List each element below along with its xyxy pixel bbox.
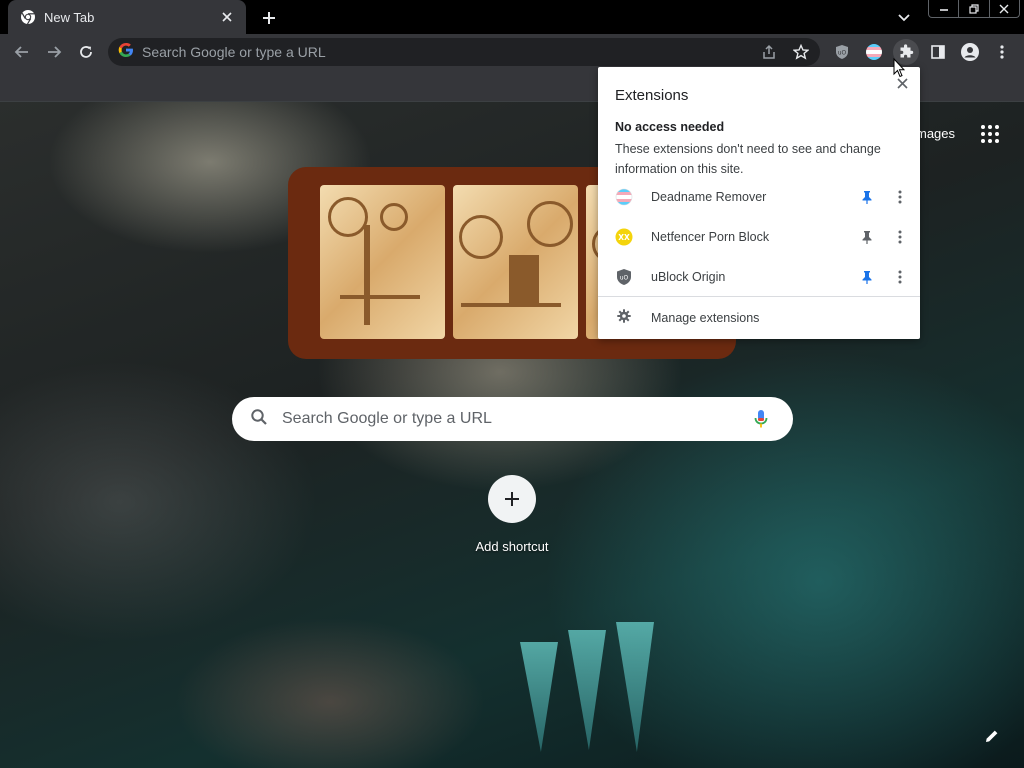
back-arrow-icon[interactable]: [9, 39, 35, 65]
more-options-icon[interactable]: [892, 266, 908, 288]
window-controls: [928, 0, 1020, 18]
bookmark-star-icon[interactable]: [788, 39, 814, 65]
microphone-icon[interactable]: [749, 407, 773, 431]
minimize-icon[interactable]: [929, 0, 958, 17]
svg-text:uO: uO: [838, 50, 847, 57]
doodle-panel: [453, 185, 578, 339]
trans-flag-toolbar-icon[interactable]: [861, 39, 887, 65]
svg-text:uO: uO: [620, 275, 629, 282]
extension-name: Netfencer Porn Block: [651, 230, 770, 244]
manage-extensions-label: Manage extensions: [651, 311, 760, 325]
new-tab-button[interactable]: [258, 7, 280, 29]
extension-item-ublock-origin[interactable]: uO uBlock Origin: [598, 257, 920, 297]
chrome-icon: [20, 9, 36, 25]
extension-item-netfencer[interactable]: XX Netfencer Porn Block: [598, 217, 920, 257]
forward-arrow-icon[interactable]: [41, 39, 67, 65]
kebab-menu-icon[interactable]: [989, 39, 1015, 65]
extensions-menu: Extensions No access needed These extens…: [598, 67, 920, 339]
search-placeholder: Search Google or type a URL: [282, 410, 492, 427]
ublock-shield-icon: uO: [615, 268, 633, 286]
tab-new-tab[interactable]: New Tab: [8, 0, 246, 34]
search-icon: [250, 408, 268, 431]
background-image-detail: [616, 622, 654, 752]
tab-strip: New Tab: [0, 0, 1024, 34]
more-options-icon[interactable]: [892, 186, 908, 208]
ublock-toolbar-icon[interactable]: uO: [829, 39, 855, 65]
address-bar[interactable]: Search Google or type a URL: [108, 38, 820, 66]
customize-pencil-icon[interactable]: [980, 724, 1004, 748]
profile-avatar-icon[interactable]: [957, 39, 983, 65]
images-link[interactable]: mages: [916, 126, 955, 141]
tab-search-icon[interactable]: [894, 8, 914, 28]
extension-item-deadname-remover[interactable]: Deadname Remover: [598, 177, 920, 217]
pin-icon[interactable]: [856, 266, 878, 288]
pin-icon[interactable]: [856, 226, 878, 248]
window-close-icon[interactable]: [988, 0, 1019, 17]
svg-text:XX: XX: [618, 233, 630, 242]
google-apps-icon[interactable]: [978, 122, 1002, 146]
section-description: These extensions don't need to see and c…: [615, 142, 881, 176]
background-image-detail: [568, 630, 606, 750]
plus-icon: [488, 475, 536, 523]
extension-name: uBlock Origin: [651, 270, 726, 284]
add-shortcut-button[interactable]: Add shortcut: [466, 475, 558, 554]
share-icon[interactable]: [756, 39, 782, 65]
shortcut-label: Add shortcut: [475, 539, 549, 554]
mouse-cursor-icon: [893, 57, 906, 78]
netfencer-icon: XX: [615, 228, 633, 246]
address-bar-placeholder: Search Google or type a URL: [142, 44, 326, 60]
gear-icon: [617, 308, 631, 328]
pin-icon[interactable]: [856, 186, 878, 208]
doodle-panel: [320, 185, 445, 339]
search-input[interactable]: Search Google or type a URL: [232, 397, 793, 441]
tab-title: New Tab: [44, 9, 95, 25]
side-panel-icon[interactable]: [925, 39, 951, 65]
google-g-icon: [118, 42, 134, 63]
extensions-menu-title: Extensions: [615, 87, 689, 104]
manage-extensions-button[interactable]: Manage extensions: [598, 298, 920, 338]
trans-flag-icon: [615, 188, 633, 206]
close-icon[interactable]: [218, 8, 236, 26]
section-title: No access needed: [615, 120, 725, 134]
extension-name: Deadname Remover: [651, 190, 767, 204]
divider: [598, 296, 920, 297]
background-image-detail: [520, 642, 558, 752]
more-options-icon[interactable]: [892, 226, 908, 248]
toolbar: Search Google or type a URL uO: [0, 34, 1024, 70]
reload-icon[interactable]: [73, 39, 99, 65]
restore-icon[interactable]: [958, 0, 988, 17]
